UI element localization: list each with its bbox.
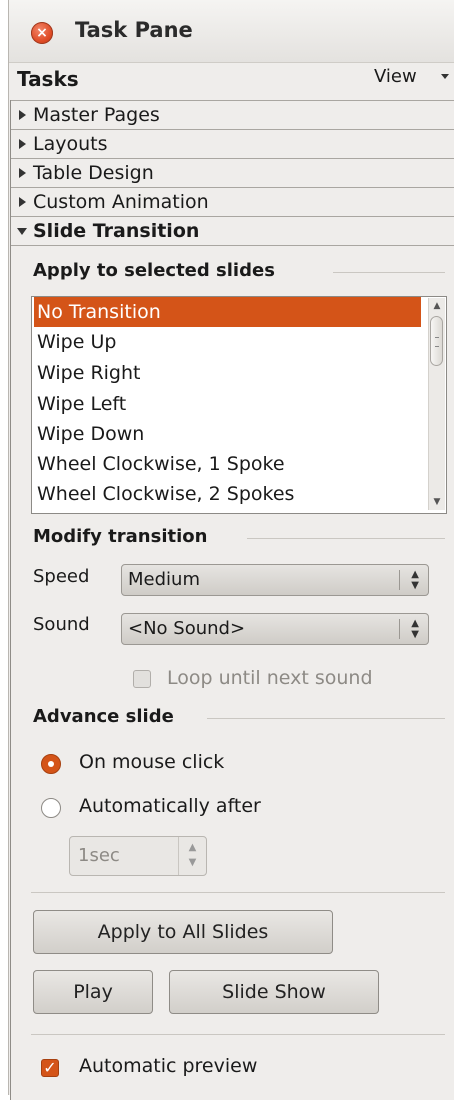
updown-icon: ▲ ▼ (411, 618, 419, 640)
list-scrollbar[interactable]: ▲ ▼ (428, 298, 445, 510)
auto-after-radio[interactable] (41, 798, 61, 818)
auto-after-label: Automatically after (79, 795, 261, 817)
list-item[interactable]: Wheel Clockwise, 2 Spokes (34, 479, 421, 509)
auto-after-value: 1sec (78, 845, 120, 866)
divider (31, 892, 445, 893)
divider (31, 1034, 445, 1035)
loop-checkbox[interactable] (133, 670, 151, 688)
deck-label: Layouts (33, 133, 108, 155)
list-item[interactable]: Wipe Left (34, 389, 421, 419)
advance-section-title: Advance slide (33, 706, 174, 727)
stepper-icon[interactable]: ▲ ▼ (178, 837, 206, 875)
title-bar: × Task Pane (9, 0, 454, 63)
sound-label: Sound (33, 614, 90, 635)
tasks-label: Tasks (17, 67, 79, 91)
deck-slide-transition[interactable]: Slide Transition (11, 216, 454, 246)
scroll-thumb[interactable] (430, 316, 443, 366)
auto-preview-label: Automatic preview (79, 1055, 258, 1077)
deck-layouts[interactable]: Layouts (11, 129, 454, 158)
speed-select[interactable]: Medium ▲ ▼ (121, 564, 429, 596)
task-panel: Master Pages Layouts Table Design Custom… (10, 100, 454, 1100)
chevron-down-icon[interactable] (441, 74, 449, 79)
triangle-right-icon (19, 197, 26, 207)
list-item[interactable]: Wipe Right (34, 358, 421, 388)
sound-value: <No Sound> (128, 618, 246, 639)
window-title: Task Pane (75, 18, 193, 42)
deck-label: Custom Animation (33, 191, 209, 213)
on-click-radio[interactable] (41, 754, 61, 774)
apply-all-button[interactable]: Apply to All Slides (33, 910, 333, 954)
sound-select[interactable]: <No Sound> ▲ ▼ (121, 613, 429, 645)
close-icon[interactable]: × (31, 22, 53, 44)
auto-after-stepper[interactable]: 1sec ▲ ▼ (69, 836, 207, 876)
list-item[interactable]: No Transition (34, 297, 421, 327)
updown-icon: ▲ ▼ (411, 569, 419, 591)
list-item[interactable]: Wipe Down (34, 419, 421, 449)
deck-label: Table Design (33, 162, 154, 184)
deck-table-design[interactable]: Table Design (11, 158, 454, 187)
section-divider (247, 538, 445, 539)
deck-master-pages[interactable]: Master Pages (11, 100, 454, 129)
play-button[interactable]: Play (33, 970, 153, 1014)
deck-custom-animation[interactable]: Custom Animation (11, 187, 454, 216)
scroll-down-icon[interactable]: ▼ (431, 495, 443, 509)
deck-label: Slide Transition (33, 220, 200, 242)
list-item[interactable]: Wipe Up (34, 327, 421, 357)
modify-section-title: Modify transition (33, 526, 208, 547)
auto-preview-checkbox[interactable]: ✓ (41, 1059, 59, 1077)
on-click-label: On mouse click (79, 751, 225, 773)
apply-section-title: Apply to selected slides (33, 260, 275, 281)
triangle-right-icon (19, 168, 26, 178)
speed-label: Speed (33, 566, 90, 587)
list-item[interactable]: Wheel Clockwise, 1 Spoke (34, 449, 421, 479)
scroll-up-icon[interactable]: ▲ (431, 299, 443, 313)
section-divider (333, 272, 445, 273)
loop-label: Loop until next sound (167, 667, 373, 689)
tasks-header: Tasks View (9, 62, 454, 96)
view-menu-button[interactable]: View (374, 66, 417, 87)
slide-show-button[interactable]: Slide Show (169, 970, 379, 1014)
triangle-right-icon (19, 139, 26, 149)
transition-list[interactable]: No Transition Wipe Up Wipe Right Wipe Le… (31, 296, 447, 514)
triangle-right-icon (19, 110, 26, 120)
speed-value: Medium (128, 569, 200, 590)
deck-label: Master Pages (33, 104, 160, 126)
section-divider (207, 718, 445, 719)
triangle-down-icon (17, 228, 27, 235)
